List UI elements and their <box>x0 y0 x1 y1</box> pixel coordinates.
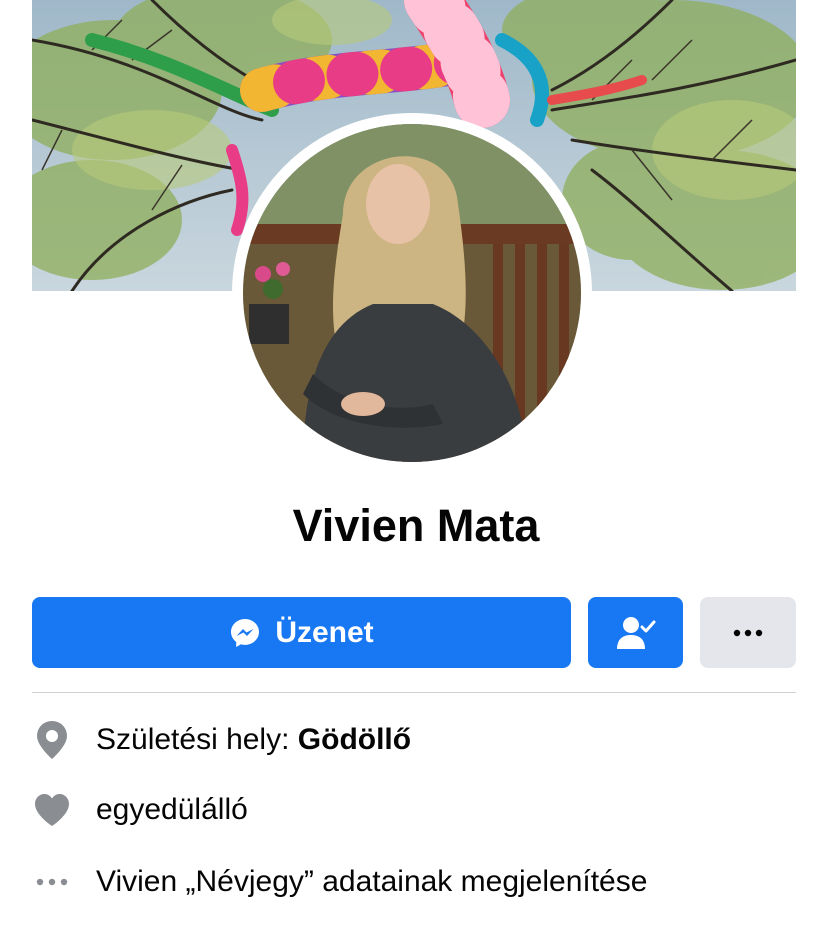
messenger-icon <box>229 617 261 649</box>
info-birthplace: Születési hely: Gödöllő <box>32 716 796 764</box>
birthplace-value[interactable]: Gödöllő <box>298 723 411 756</box>
birthplace-label: Születési hely: <box>96 723 298 756</box>
heart-icon <box>32 790 72 830</box>
more-button[interactable] <box>700 597 796 668</box>
profile-name: Vivien Mata <box>292 500 540 551</box>
avatar-image <box>243 124 581 462</box>
location-pin-icon <box>32 720 72 760</box>
relationship-status: egyedülálló <box>96 793 248 826</box>
friends-button[interactable] <box>588 597 683 668</box>
more-dots-icon <box>733 629 763 637</box>
more-dots-icon <box>32 862 72 902</box>
avatar[interactable] <box>243 124 581 462</box>
about-link-label[interactable]: Vivien „Névjegy” adatainak megjelenítése <box>96 865 647 899</box>
message-button-label: Üzenet <box>275 615 374 649</box>
divider <box>32 692 796 693</box>
info-relationship: egyedülálló <box>32 786 796 834</box>
friends-check-icon <box>616 615 656 651</box>
info-about-link[interactable]: Vivien „Névjegy” adatainak megjelenítése <box>32 858 796 906</box>
message-button[interactable]: Üzenet <box>32 597 571 668</box>
